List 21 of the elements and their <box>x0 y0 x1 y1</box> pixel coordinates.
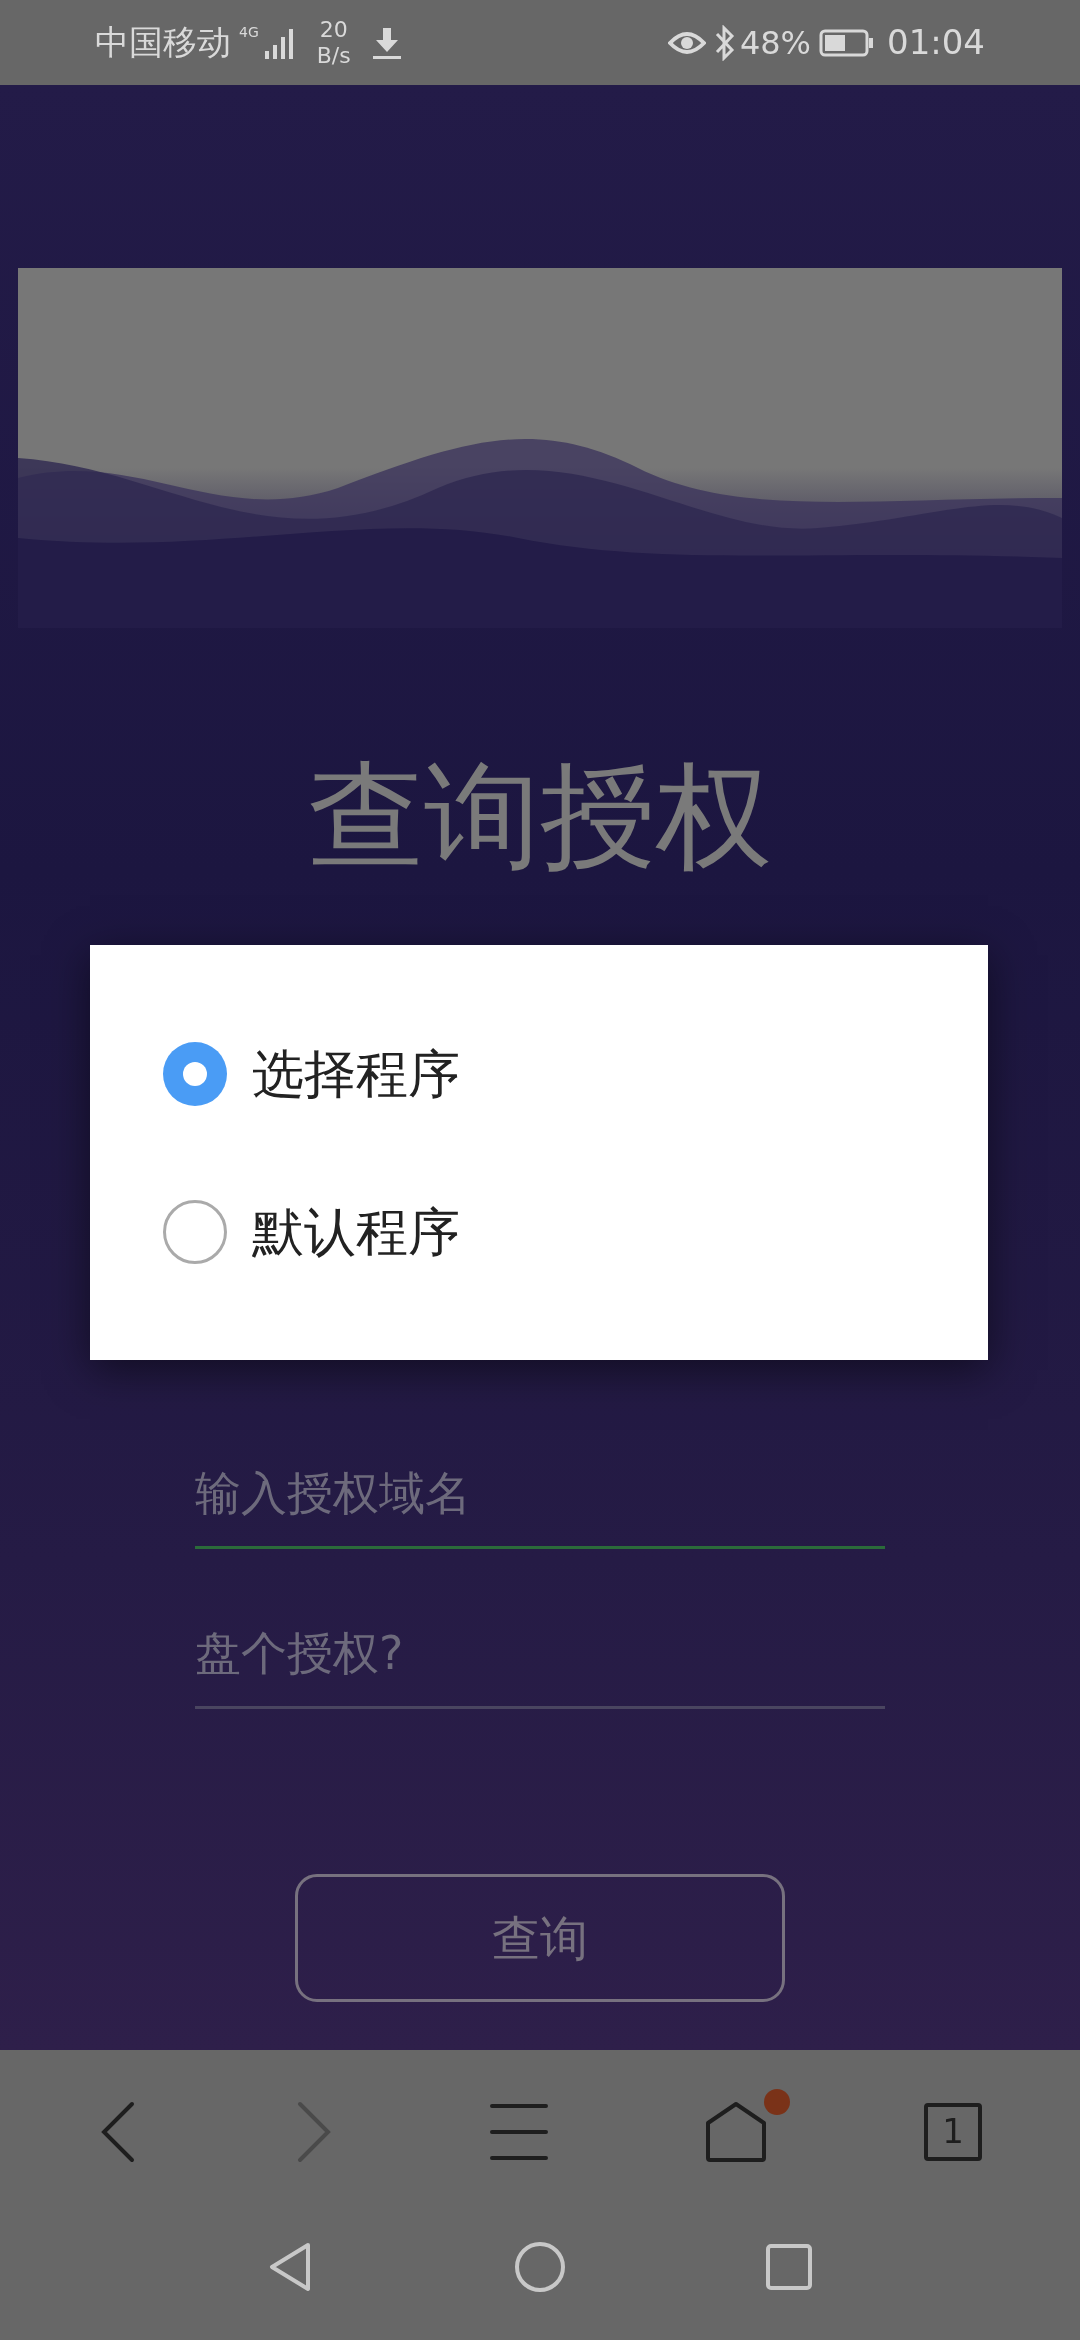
home-circle-icon[interactable] <box>514 2240 566 2293</box>
radio-option[interactable]: 默认程序 <box>163 1192 915 1271</box>
recents-square-icon[interactable] <box>766 2243 812 2290</box>
menu-icon[interactable] <box>490 2101 548 2162</box>
option-label: 默认程序 <box>252 1200 460 1264</box>
clock: 01:04 <box>887 21 985 64</box>
speed-value: 20 <box>319 16 348 43</box>
speed-unit: B/s <box>316 42 351 69</box>
radio-option[interactable]: 选择程序 <box>163 1034 915 1113</box>
option-label: 选择程序 <box>252 1042 460 1106</box>
bluetooth-icon <box>713 24 736 61</box>
text-field[interactable]: 盘个授权? <box>195 1599 885 1709</box>
text-field[interactable]: 输入授权域名 <box>195 1439 885 1549</box>
radio-button[interactable] <box>163 1199 227 1264</box>
page-title: 查询授权 <box>308 758 772 874</box>
home-icon[interactable] <box>704 2100 768 2163</box>
network-type: 4G <box>239 23 259 42</box>
carrier-name: 中国移动 <box>95 21 231 64</box>
battery-percent: 48% <box>739 22 811 64</box>
download-icon <box>370 25 403 60</box>
battery-icon <box>819 28 875 57</box>
